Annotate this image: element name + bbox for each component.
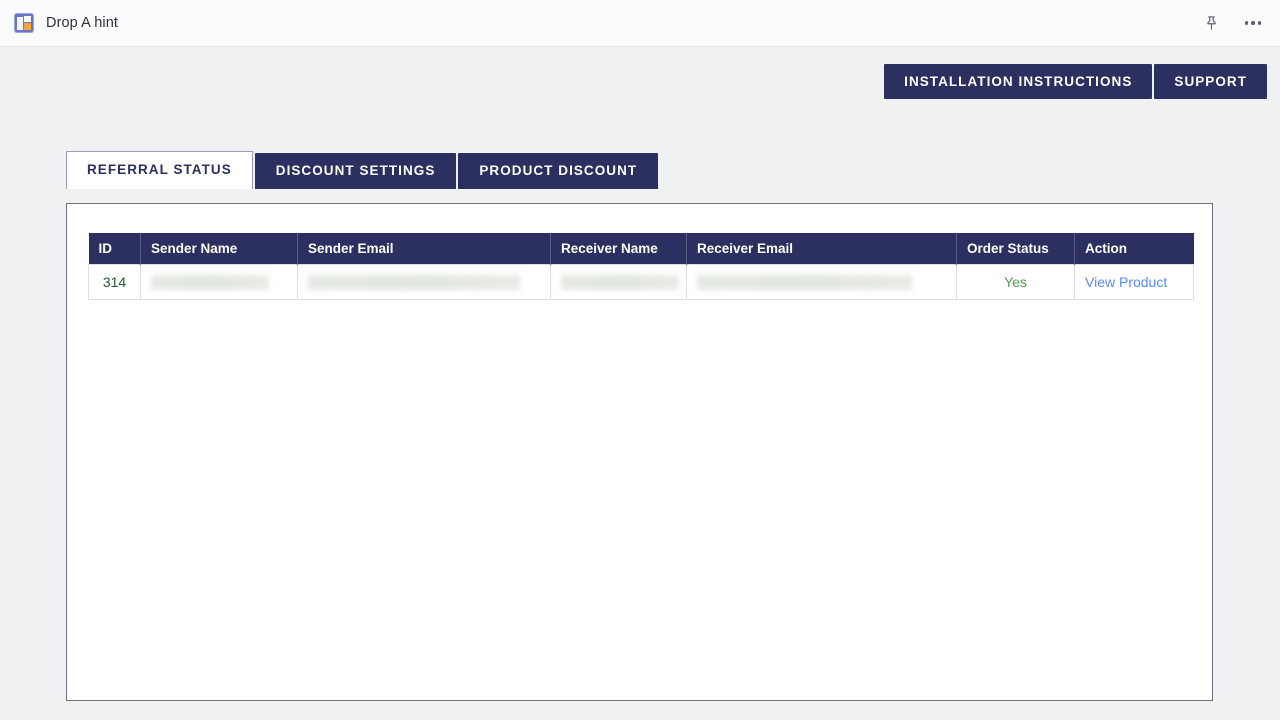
top-action-bar: INSTALLATION INSTRUCTIONS SUPPORT	[884, 64, 1267, 99]
cell-order-status: Yes	[957, 265, 1075, 300]
column-header-sender-email[interactable]: Sender Email	[298, 233, 551, 265]
referral-status-table: ID Sender Name Sender Email Receiver Nam…	[88, 233, 1194, 300]
view-product-link[interactable]: View Product	[1085, 274, 1167, 290]
redacted-value	[151, 275, 269, 290]
installation-instructions-button[interactable]: INSTALLATION INSTRUCTIONS	[884, 64, 1152, 99]
more-options-icon[interactable]	[1242, 12, 1264, 34]
cell-action[interactable]: View Product	[1075, 265, 1194, 300]
tab-discount-settings[interactable]: DISCOUNT SETTINGS	[255, 153, 457, 189]
title-bar-left: Drop A hint	[14, 13, 1200, 33]
table-header: ID Sender Name Sender Email Receiver Nam…	[89, 233, 1194, 265]
cell-sender-name	[141, 265, 298, 300]
cell-sender-email	[298, 265, 551, 300]
support-button[interactable]: SUPPORT	[1154, 64, 1267, 99]
page-body: INSTALLATION INSTRUCTIONS SUPPORT REFERR…	[0, 47, 1280, 720]
window-title-bar: Drop A hint	[0, 0, 1280, 47]
title-bar-actions	[1200, 12, 1266, 34]
cell-id: 314	[89, 265, 141, 300]
redacted-value	[308, 275, 520, 290]
tab-referral-status-label: REFERRAL STATUS	[87, 162, 232, 177]
redacted-value	[561, 275, 679, 290]
tab-referral-status[interactable]: REFERRAL STATUS	[66, 151, 253, 189]
tab-product-discount[interactable]: PRODUCT DISCOUNT	[458, 153, 658, 189]
column-header-action[interactable]: Action	[1075, 233, 1194, 265]
table-row: 314	[89, 265, 1194, 300]
column-header-receiver-name[interactable]: Receiver Name	[551, 233, 687, 265]
referral-table-container: ID Sender Name Sender Email Receiver Nam…	[67, 204, 1212, 300]
redacted-value	[697, 275, 912, 290]
window-title: Drop A hint	[46, 15, 118, 31]
cell-receiver-email	[687, 265, 957, 300]
cell-receiver-name	[551, 265, 687, 300]
pin-icon[interactable]	[1200, 12, 1222, 34]
table-header-row: ID Sender Name Sender Email Receiver Nam…	[89, 233, 1194, 265]
column-header-receiver-email[interactable]: Receiver Email	[687, 233, 957, 265]
column-header-sender-name[interactable]: Sender Name	[141, 233, 298, 265]
tab-bar: REFERRAL STATUS DISCOUNT SETTINGS PRODUC…	[66, 151, 658, 189]
tab-discount-settings-label: DISCOUNT SETTINGS	[276, 163, 436, 178]
content-panel: ID Sender Name Sender Email Receiver Nam…	[66, 203, 1213, 701]
table-body: 314	[89, 265, 1194, 300]
tab-product-discount-label: PRODUCT DISCOUNT	[479, 163, 637, 178]
app-logo-icon	[14, 13, 34, 33]
column-header-id[interactable]: ID	[89, 233, 141, 265]
column-header-order-status[interactable]: Order Status	[957, 233, 1075, 265]
